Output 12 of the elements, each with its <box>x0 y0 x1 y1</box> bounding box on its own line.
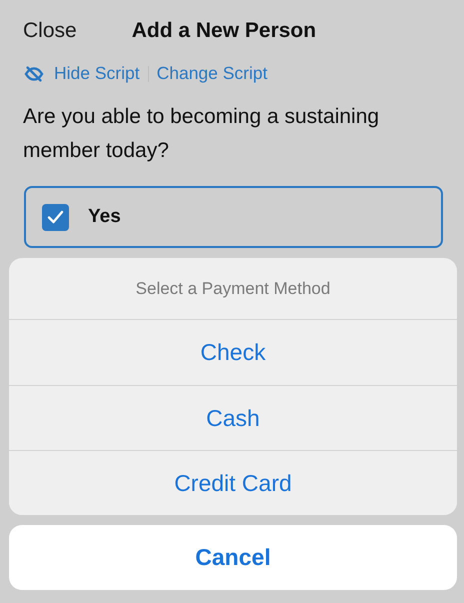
close-button[interactable]: Close <box>23 19 77 43</box>
payment-option[interactable]: Credit Card <box>9 450 457 515</box>
cancel-button[interactable]: Cancel <box>9 525 457 590</box>
checkmark-icon <box>47 210 64 224</box>
answer-label: Yes <box>88 206 121 228</box>
question-text: Are you able to becoming a sustaining member today? <box>23 104 380 164</box>
eye-off-icon <box>24 66 44 82</box>
screen-title: Add a New Person <box>132 19 316 43</box>
hide-script-link[interactable]: Hide Script <box>24 63 140 84</box>
change-script-link[interactable]: Change Script <box>156 63 268 84</box>
answer-option[interactable]: Yes <box>24 186 443 248</box>
checkbox[interactable] <box>42 204 69 230</box>
